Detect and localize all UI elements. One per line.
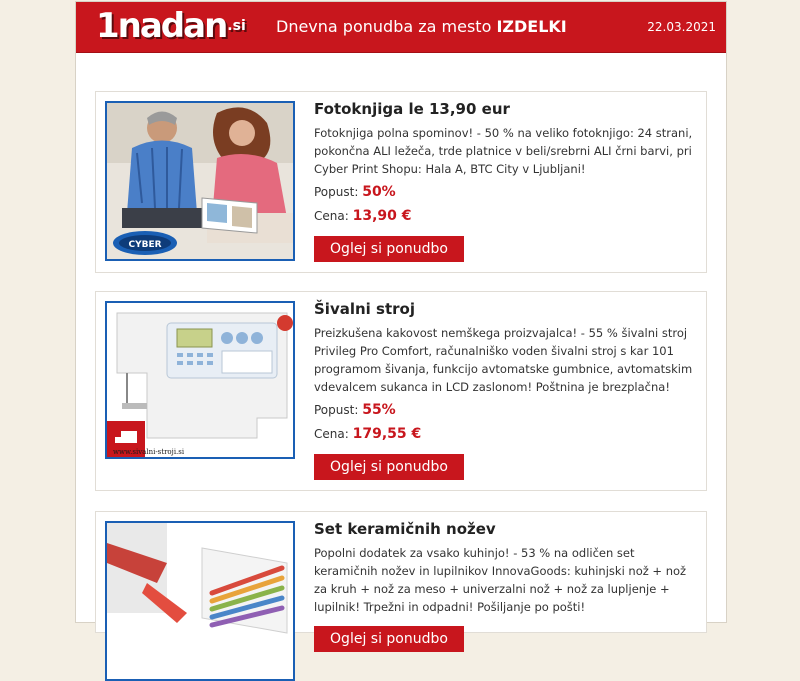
offer-description: Preizkušena kakovost nemškega proizvajal… <box>314 326 693 394</box>
offer-card: CYBER Fotoknjiga le 13,90 eur Fotoknjiga… <box>95 91 707 273</box>
price-row: Cena: 179,55 € <box>314 426 694 446</box>
offer-description: Fotoknjiga polna spominov! - 50 % na vel… <box>314 126 693 176</box>
offer-description: Popolni dodatek za vsako kuhinjo! - 53 %… <box>314 546 687 614</box>
view-offer-button[interactable]: Oglej si ponudbo <box>314 626 464 652</box>
offer-image[interactable]: CYBER <box>105 101 295 261</box>
discount-row: Popust: 55% <box>314 402 694 422</box>
header-title-prefix: Dnevna ponudba za mesto <box>276 17 497 36</box>
price-value: 13,90 € <box>352 208 412 224</box>
offer-card: Set keramičnih nožev Popolni dodatek za … <box>95 511 707 681</box>
knife-set-photo <box>107 523 293 679</box>
offer-content: Fotoknjiga le 13,90 eur Fotoknjiga polna… <box>314 100 694 262</box>
price-value: 179,55 € <box>352 426 422 442</box>
price-row: Cena: 13,90 € <box>314 208 694 228</box>
email-frame: 1nadan.si Dnevna ponudba za mesto IZDELK… <box>75 1 727 681</box>
site-logo[interactable]: 1nadan.si <box>96 7 246 45</box>
logo-text: 1nadan <box>96 6 228 46</box>
price-label: Cena: <box>314 209 349 223</box>
view-offer-button[interactable]: Oglej si ponudbo <box>314 454 464 480</box>
header-date: 22.03.2021 <box>647 20 716 34</box>
header-city: IZDELKI <box>496 17 567 36</box>
view-offer-button[interactable]: Oglej si ponudbo <box>314 236 464 262</box>
offer-title[interactable]: Šivalni stroj <box>314 300 694 318</box>
cyber-badge: CYBER <box>128 240 161 250</box>
price-label: Cena: <box>314 427 349 441</box>
offer-image[interactable] <box>105 521 295 681</box>
discount-row: Popust: 50% <box>314 184 694 204</box>
discount-value: 50% <box>362 184 396 200</box>
offer-content: Šivalni stroj Preizkušena kakovost nemšk… <box>314 300 694 480</box>
discount-label: Popust: <box>314 403 359 417</box>
offer-title[interactable]: Set keramičnih nožev <box>314 520 694 538</box>
offer-card: www.sivalni-stroji.si Šivalni stroj Prei… <box>95 291 707 491</box>
offer-image[interactable]: www.sivalni-stroji.si <box>105 301 295 459</box>
offer-content: Set keramičnih nožev Popolni dodatek za … <box>314 520 694 652</box>
image-caption: www.sivalni-stroji.si <box>113 448 185 456</box>
sewing-machine-photo: www.sivalni-stroji.si <box>107 303 293 457</box>
header-bar: 1nadan.si Dnevna ponudba za mesto IZDELK… <box>76 2 726 53</box>
logo-tld: .si <box>227 18 246 34</box>
header-title: Dnevna ponudba za mesto IZDELKI <box>276 17 567 36</box>
discount-value: 55% <box>362 402 396 418</box>
discount-label: Popust: <box>314 185 359 199</box>
offer-title[interactable]: Fotoknjiga le 13,90 eur <box>314 100 694 118</box>
photobook-photo: CYBER <box>107 103 293 259</box>
